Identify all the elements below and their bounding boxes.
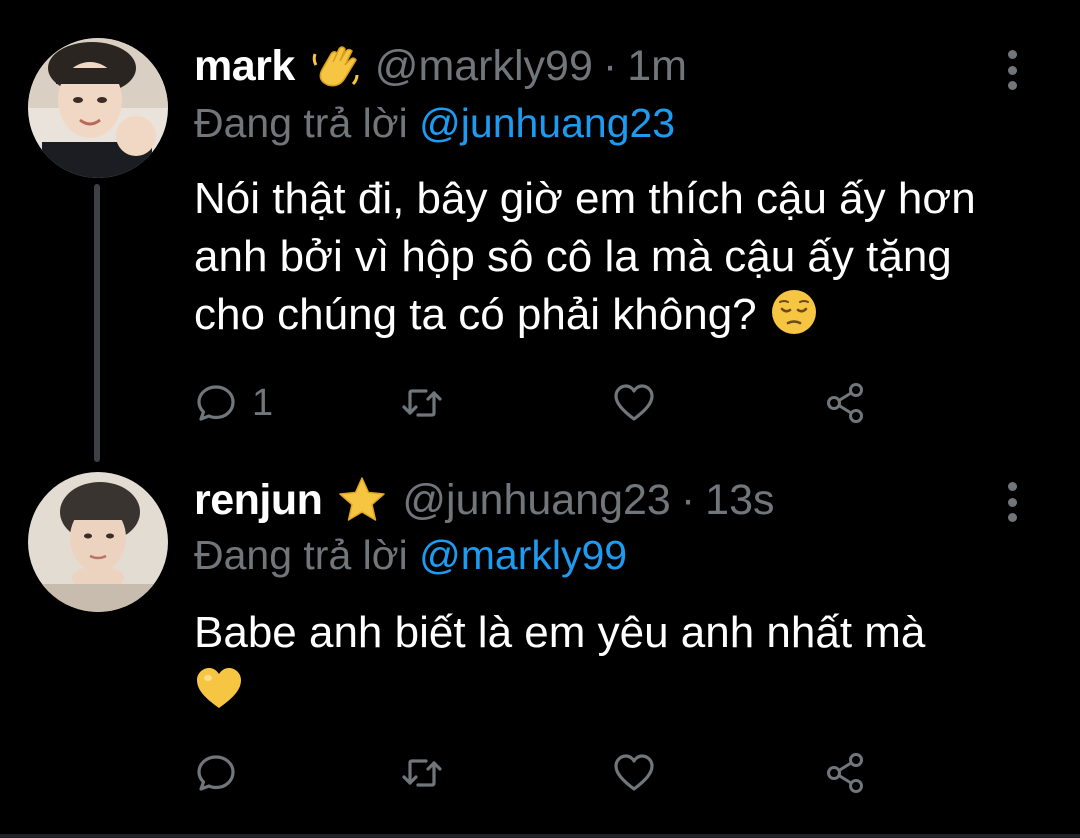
tweet-actions bbox=[194, 748, 894, 798]
speech-bubble-icon bbox=[197, 385, 235, 421]
like-button[interactable] bbox=[612, 378, 656, 428]
timestamp[interactable]: 13s bbox=[705, 476, 774, 525]
speech-bubble-icon bbox=[197, 755, 235, 791]
author-name[interactable]: renjun bbox=[194, 476, 323, 525]
avatar-mark-image bbox=[28, 38, 168, 178]
reply-button[interactable]: 1 bbox=[194, 378, 273, 428]
tweet-actions: 1 bbox=[194, 378, 894, 428]
author-name[interactable]: mark bbox=[194, 42, 295, 91]
heart-outline-icon bbox=[614, 754, 654, 791]
replying-to-label: Đang trả lời bbox=[194, 532, 408, 578]
tweet-text: Nói thật đi, bây giờ em thích cậu ấy hơn… bbox=[194, 170, 1034, 344]
share-button[interactable] bbox=[824, 378, 868, 428]
retweet-button[interactable] bbox=[400, 378, 444, 428]
replying-to: Đang trả lời @junhuang23 bbox=[194, 100, 675, 147]
waving-hand-icon bbox=[309, 40, 361, 92]
more-options-icon[interactable] bbox=[1004, 50, 1020, 90]
meta-separator: · bbox=[680, 475, 696, 524]
author-handle[interactable]: @junhuang23 bbox=[402, 476, 670, 525]
like-button[interactable] bbox=[612, 748, 656, 798]
avatar-mark[interactable] bbox=[28, 38, 168, 178]
share-nodes-icon bbox=[827, 383, 863, 423]
tweet-markly99[interactable]: mark @markly99 · 1m Đang trả lời @junhua… bbox=[0, 0, 1080, 470]
tweet-text: Babe anh biết là em yêu anh nhất mà bbox=[194, 604, 1034, 720]
author-handle[interactable]: @markly99 bbox=[375, 42, 593, 91]
pensive-face-icon bbox=[771, 290, 816, 334]
share-nodes-icon bbox=[827, 753, 863, 793]
timestamp[interactable]: 1m bbox=[627, 42, 687, 91]
retweet-icon bbox=[402, 759, 442, 787]
tweet-text-content: Babe anh biết là em yêu anh nhất mà bbox=[194, 608, 926, 657]
tweet-text-content: Nói thật đi, bây giờ em thích cậu ấy hơn… bbox=[194, 174, 976, 339]
star-icon bbox=[336, 474, 388, 526]
retweet-icon bbox=[402, 389, 442, 417]
tweet-header: mark @markly99 · 1m bbox=[194, 38, 687, 94]
tweet-header: renjun @junhuang23 · 13s bbox=[194, 472, 775, 528]
reply-button[interactable] bbox=[194, 748, 252, 798]
meta-separator: · bbox=[602, 41, 618, 90]
tweet-thread: mark @markly99 · 1m Đang trả lời @junhua… bbox=[0, 0, 1080, 838]
bottom-divider bbox=[0, 834, 1080, 838]
avatar-renjun[interactable] bbox=[28, 472, 168, 612]
retweet-button[interactable] bbox=[400, 748, 444, 798]
replying-to: Đang trả lời @markly99 bbox=[194, 532, 627, 579]
more-options-icon[interactable] bbox=[1004, 482, 1020, 522]
yellow-heart-icon bbox=[197, 668, 241, 708]
replying-to-label: Đang trả lời bbox=[194, 100, 408, 146]
avatar-renjun-image bbox=[28, 472, 168, 612]
replying-to-handle[interactable]: @markly99 bbox=[419, 532, 627, 578]
heart-outline-icon bbox=[614, 384, 654, 421]
share-button[interactable] bbox=[824, 748, 868, 798]
replying-to-handle[interactable]: @junhuang23 bbox=[419, 100, 675, 146]
tweet-junhuang23[interactable]: renjun @junhuang23 · 13s Đang trả lời @m… bbox=[0, 470, 1080, 838]
reply-count: 1 bbox=[252, 381, 274, 424]
